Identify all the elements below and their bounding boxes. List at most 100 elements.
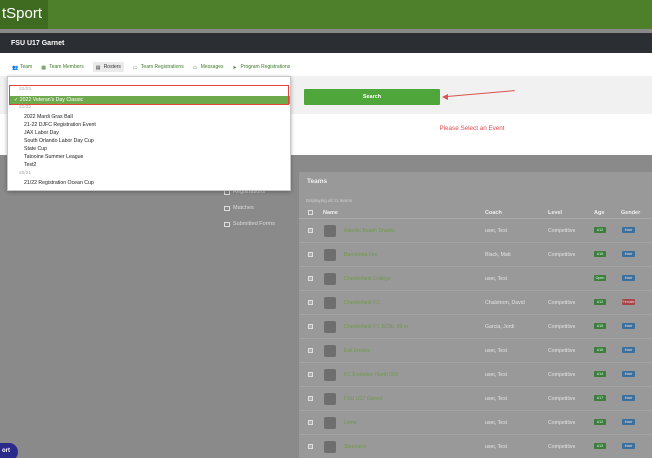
team-level: Competitive bbox=[548, 252, 576, 258]
tab-messages[interactable]: ▭ Messages bbox=[192, 64, 224, 71]
registrations-icon: ▭ bbox=[132, 64, 138, 71]
team-crest-icon bbox=[324, 345, 336, 357]
team-name-link[interactable]: Chesterfield FC bbox=[344, 300, 380, 306]
tab-team-registrations[interactable]: ▭ Team Registrations bbox=[132, 64, 184, 71]
table-row[interactable]: FSU U17 Garnet user, Test Competitive U17 Ma… bbox=[299, 388, 652, 411]
team-coach: Chalstrom, David bbox=[485, 300, 525, 306]
row-checkbox[interactable] bbox=[308, 228, 313, 233]
team-crest-icon bbox=[324, 393, 336, 405]
row-checkbox[interactable] bbox=[308, 396, 313, 401]
row-checkbox[interactable] bbox=[308, 324, 313, 329]
nav-submitted-forms[interactable]: Submitted Forms bbox=[224, 216, 296, 232]
dropdown-item[interactable]: South Orlando Labor Day Cup bbox=[24, 138, 94, 144]
annotation-arrow-head bbox=[442, 94, 448, 100]
gender-badge: Male bbox=[622, 347, 635, 353]
gender-badge: Male bbox=[622, 371, 635, 377]
col-gender[interactable]: Gender bbox=[621, 210, 640, 216]
team-name-link[interactable]: FC Evolution North 009 bbox=[344, 372, 398, 378]
row-checkbox[interactable] bbox=[308, 276, 313, 281]
table-row[interactable]: Chesterfield FC ECNL 08 m Garcia, Jordi Co… bbox=[299, 316, 652, 339]
forms-icon bbox=[224, 221, 230, 227]
dropdown-item[interactable]: 2022 Mardi Gras Ball bbox=[24, 114, 73, 120]
team-level: Competitive bbox=[548, 396, 576, 402]
dropdown-item[interactable]: 21-22 DJFC Registration Event bbox=[24, 122, 96, 128]
team-crest-icon bbox=[324, 321, 336, 333]
team-crest-icon bbox=[324, 225, 336, 237]
age-badge: U12 bbox=[594, 299, 606, 305]
team-crest-icon bbox=[324, 273, 336, 285]
table-row[interactable]: Lions user, Test Competitive U12 Male bbox=[299, 412, 652, 435]
team-coach: user, Test bbox=[485, 348, 508, 354]
team-icon: 👥 bbox=[12, 64, 19, 71]
row-checkbox[interactable] bbox=[308, 300, 313, 305]
tab-program-registrations[interactable]: ➤ Program Registrations bbox=[233, 64, 291, 71]
team-level: Competitive bbox=[548, 324, 576, 330]
age-badge: U12 bbox=[594, 419, 606, 425]
messages-icon: ▭ bbox=[192, 64, 198, 71]
select-all-checkbox[interactable] bbox=[308, 210, 313, 215]
search-button[interactable]: Search bbox=[304, 89, 440, 105]
team-coach: user, Test bbox=[485, 420, 508, 426]
age-badge: U16 bbox=[594, 251, 606, 257]
team-coach: user, Test bbox=[485, 372, 508, 378]
team-crest-icon bbox=[324, 297, 336, 309]
teams-count: Displaying all 11 teams bbox=[306, 198, 352, 203]
teams-panel: Teams Displaying all 11 teams Name Coach… bbox=[299, 172, 652, 458]
row-checkbox[interactable] bbox=[308, 444, 313, 449]
row-checkbox[interactable] bbox=[308, 372, 313, 377]
team-name-link[interactable]: Steamers bbox=[344, 444, 366, 450]
table-row[interactable]: Chesterfield FC Chalstrom, David Competiti… bbox=[299, 292, 652, 315]
brand-logo[interactable]: tSport bbox=[2, 5, 42, 22]
tab-team-members[interactable]: ▦ Team Members bbox=[41, 64, 83, 71]
age-badge: U13 bbox=[594, 443, 606, 449]
table-row[interactable]: Steamers user, Test Competitive U13 Male bbox=[299, 436, 652, 458]
dropdown-item[interactable]: Test2 bbox=[24, 162, 36, 168]
col-age[interactable]: Age bbox=[594, 210, 604, 216]
dropdown-item[interactable]: JAX Labor Day bbox=[24, 130, 59, 136]
rosters-icon: ▤ bbox=[95, 64, 101, 71]
dropdown-item[interactable]: Tatooine Summer League bbox=[24, 154, 83, 160]
row-checkbox[interactable] bbox=[308, 420, 313, 425]
team-name-link[interactable]: Barcelona Fire bbox=[344, 252, 378, 258]
row-checkbox[interactable] bbox=[308, 348, 313, 353]
team-name-link[interactable]: Chesterfield FC ECNL 08 m bbox=[344, 324, 408, 330]
top-brand-bar: tSport bbox=[0, 0, 652, 29]
table-row[interactable]: Barcelona Fire Black, Matt Competitive U16 M… bbox=[299, 244, 652, 267]
col-level[interactable]: Level bbox=[548, 210, 562, 216]
row-checkbox[interactable] bbox=[308, 252, 313, 257]
team-level: Competitive bbox=[548, 420, 576, 426]
table-row[interactable]: Atlantic Beach Sharks user, Test Competiti… bbox=[299, 220, 652, 243]
table-row[interactable]: FC Evolution North 009 user, Test Competit… bbox=[299, 364, 652, 387]
team-coach: Black, Matt bbox=[485, 252, 511, 258]
tab-rosters[interactable]: ▤ Rosters bbox=[92, 62, 124, 72]
nav-matches[interactable]: Matches bbox=[224, 200, 296, 216]
support-button[interactable]: ort bbox=[0, 443, 18, 458]
team-name-link[interactable]: Atlantic Beach Sharks bbox=[344, 228, 395, 234]
team-name-link[interactable]: Evil Empire bbox=[344, 348, 370, 354]
dropdown-group-2021: 20/21 bbox=[19, 171, 32, 176]
team-name-link[interactable]: Lions bbox=[344, 420, 356, 426]
dropdown-item[interactable]: State Cup bbox=[24, 146, 47, 152]
col-coach[interactable]: Coach bbox=[485, 210, 502, 216]
select-event-message: Please Select an Event bbox=[439, 125, 505, 132]
gender-badge: Male bbox=[622, 227, 635, 233]
gender-badge: Male bbox=[622, 275, 635, 281]
team-level: Competitive bbox=[548, 348, 576, 354]
team-crest-icon bbox=[324, 249, 336, 261]
col-name[interactable]: Name bbox=[323, 210, 338, 216]
teams-table-header: Name Coach Level Age Gender bbox=[299, 207, 652, 219]
table-row[interactable]: Chesterfield College user, Test Open Male bbox=[299, 268, 652, 291]
tab-team[interactable]: 👥 Team bbox=[12, 64, 32, 71]
table-row[interactable]: Evil Empire user, Test Competitive U16 Male bbox=[299, 340, 652, 363]
team-name-link[interactable]: FSU U17 Garnet bbox=[344, 396, 383, 402]
team-crest-icon bbox=[324, 441, 336, 453]
modal-tabs: 👥 Team ▦ Team Members ▤ Rosters ▭ Team Regis… bbox=[0, 61, 652, 73]
gender-badge: Male bbox=[622, 323, 635, 329]
team-level: Competitive bbox=[548, 372, 576, 378]
team-side-nav: Registrations Matches Submitted Forms bbox=[224, 184, 296, 232]
team-coach: user, Test bbox=[485, 228, 508, 234]
team-name-link[interactable]: Chesterfield College bbox=[344, 276, 391, 282]
age-badge: U17 bbox=[594, 395, 606, 401]
gender-badge: Male bbox=[622, 419, 635, 425]
dropdown-item[interactable]: 21/22 Registration Ocean Cup bbox=[24, 180, 94, 186]
